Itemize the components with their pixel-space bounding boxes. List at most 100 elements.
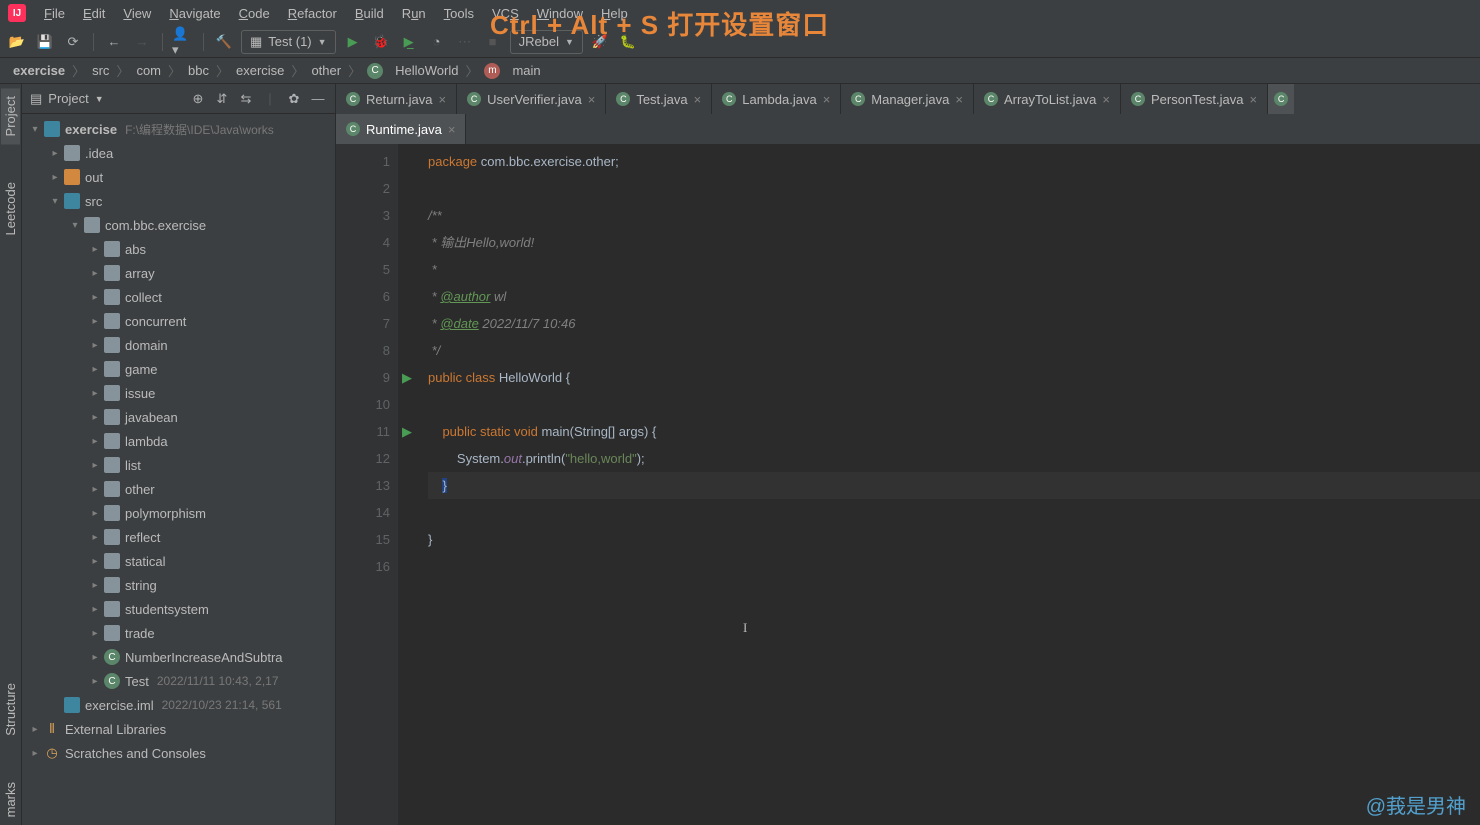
menu-run[interactable]: Run [394, 3, 434, 24]
tree-row[interactable]: ▸reflect [22, 525, 335, 549]
tree-row[interactable]: ▾src [22, 189, 335, 213]
tree-row[interactable]: ▸.idea [22, 141, 335, 165]
tree-row[interactable]: ▸concurrent [22, 309, 335, 333]
scratches[interactable]: ▸◷ Scratches and Consoles [22, 741, 335, 765]
open-button[interactable]: 📂 [6, 31, 28, 53]
tree-row[interactable]: ▾com.bbc.exercise [22, 213, 335, 237]
tree-row[interactable]: ▸statical [22, 549, 335, 573]
tree-row[interactable]: ▸out [22, 165, 335, 189]
line-number[interactable]: 1 [336, 148, 390, 175]
menu-file[interactable]: File [36, 3, 73, 24]
tree-row[interactable]: ▸abs [22, 237, 335, 261]
tree-row[interactable]: ▸CTest2022/11/11 10:43, 2,17 [22, 669, 335, 693]
tree-row[interactable]: ▸domain [22, 333, 335, 357]
crumb-bbc[interactable]: bbc [185, 63, 212, 78]
editor-tab[interactable]: CTest.java× [606, 84, 712, 114]
back-button[interactable]: ← [103, 31, 125, 53]
crumb-exercise[interactable]: exercise [10, 63, 68, 78]
close-icon[interactable]: × [448, 122, 456, 137]
tree-row[interactable]: ▸array [22, 261, 335, 285]
leetcode-tool-tab[interactable]: Leetcode [1, 174, 20, 244]
line-number[interactable]: 7 [336, 310, 390, 337]
crumb-class[interactable]: HelloWorld [392, 63, 461, 78]
tree-row[interactable]: ▸game [22, 357, 335, 381]
debug-button[interactable]: 🐞 [370, 31, 392, 53]
tree-row[interactable]: ▸string [22, 573, 335, 597]
run-button[interactable]: ▶ [342, 31, 364, 53]
code-area[interactable]: 12345678910111213141516 ▶ ▶ package com.… [336, 144, 1480, 825]
editor-tab[interactable]: CUserVerifier.java× [457, 84, 606, 114]
line-number[interactable]: 3 [336, 202, 390, 229]
menu-tools[interactable]: Tools [436, 3, 482, 24]
build-button[interactable]: 🔨 [213, 31, 235, 53]
line-number[interactable]: 9 [336, 364, 390, 391]
line-number[interactable]: 4 [336, 229, 390, 256]
menu-refactor[interactable]: Refactor [280, 3, 345, 24]
menu-edit[interactable]: Edit [75, 3, 113, 24]
close-icon[interactable]: × [1102, 92, 1110, 107]
crumb-other[interactable]: other [308, 63, 344, 78]
structure-tool-tab[interactable]: Structure [1, 675, 20, 744]
close-icon[interactable]: × [1250, 92, 1258, 107]
more-run-button[interactable]: ⋯ [454, 31, 476, 53]
tree-row[interactable]: exercise.iml2022/10/23 21:14, 561 [22, 693, 335, 717]
hide-button[interactable]: — [309, 90, 327, 108]
coverage-button[interactable]: ▶̲ [398, 31, 420, 53]
menu-view[interactable]: View [115, 3, 159, 24]
editor-tab[interactable]: CLambda.java× [712, 84, 841, 114]
project-tool-tab[interactable]: Project [1, 88, 20, 144]
crumb-src[interactable]: src [89, 63, 112, 78]
code-content[interactable]: package com.bbc.exercise.other; /** * 输出… [398, 144, 1480, 825]
tree-row[interactable]: ▸issue [22, 381, 335, 405]
editor-tab[interactable]: CRuntime.java× [336, 114, 466, 144]
close-icon[interactable]: × [694, 92, 702, 107]
tree-row[interactable]: ▸studentsystem [22, 597, 335, 621]
line-number[interactable]: 2 [336, 175, 390, 202]
expand-all-button[interactable]: ⇵ [213, 90, 231, 108]
crumb-com[interactable]: com [133, 63, 164, 78]
menu-build[interactable]: Build [347, 3, 392, 24]
tree-row[interactable]: ▸collect [22, 285, 335, 309]
tree-row[interactable]: ▸CNumberIncreaseAndSubtra [22, 645, 335, 669]
close-icon[interactable]: × [588, 92, 596, 107]
line-number[interactable]: 6 [336, 283, 390, 310]
select-opened-button[interactable]: ⊕ [189, 90, 207, 108]
forward-button[interactable]: → [131, 31, 153, 53]
tree-row[interactable]: ▸trade [22, 621, 335, 645]
project-tree[interactable]: ▾ exercise F:\编程数据\IDE\Java\works ▸.idea… [22, 114, 335, 825]
line-number[interactable]: 11 [336, 418, 390, 445]
tree-row[interactable]: ▸javabean [22, 405, 335, 429]
line-number[interactable]: 12 [336, 445, 390, 472]
run-config-selector[interactable]: ▦ Test (1) ▼ [241, 30, 336, 54]
line-number[interactable]: 10 [336, 391, 390, 418]
editor-tab[interactable]: CArrayToList.java× [974, 84, 1121, 114]
menu-code[interactable]: Code [231, 3, 278, 24]
collapse-button[interactable]: ⇆ [237, 90, 255, 108]
more-tabs-button[interactable]: C [1268, 84, 1294, 114]
profile-button[interactable]: ◔ [426, 31, 448, 53]
editor-tab[interactable]: CPersonTest.java× [1121, 84, 1268, 114]
line-number[interactable]: 13 [336, 472, 390, 499]
editor-tab[interactable]: CReturn.java× [336, 84, 457, 114]
line-number-gutter[interactable]: 12345678910111213141516 ▶ ▶ [336, 144, 398, 825]
save-button[interactable]: 💾 [34, 31, 56, 53]
crumb-method[interactable]: main [509, 63, 543, 78]
line-number[interactable]: 16 [336, 553, 390, 580]
editor-tab[interactable]: CManager.java× [841, 84, 974, 114]
crumb-pkg[interactable]: exercise [233, 63, 287, 78]
menu-navigate[interactable]: Navigate [161, 3, 228, 24]
settings-button[interactable]: ✿ [285, 90, 303, 108]
tree-row[interactable]: ▸list [22, 453, 335, 477]
external-libraries[interactable]: ▸⫴ External Libraries [22, 717, 335, 741]
line-number[interactable]: 8 [336, 337, 390, 364]
add-config-button[interactable]: 👤▾ [172, 31, 194, 53]
panel-title[interactable]: ▤ Project ▼ [30, 91, 104, 107]
sync-button[interactable]: ⟳ [62, 31, 84, 53]
close-icon[interactable]: × [955, 92, 963, 107]
line-number[interactable]: 14 [336, 499, 390, 526]
close-icon[interactable]: × [438, 92, 446, 107]
close-icon[interactable]: × [823, 92, 831, 107]
line-number[interactable]: 15 [336, 526, 390, 553]
tree-row[interactable]: ▸lambda [22, 429, 335, 453]
line-number[interactable]: 5 [336, 256, 390, 283]
